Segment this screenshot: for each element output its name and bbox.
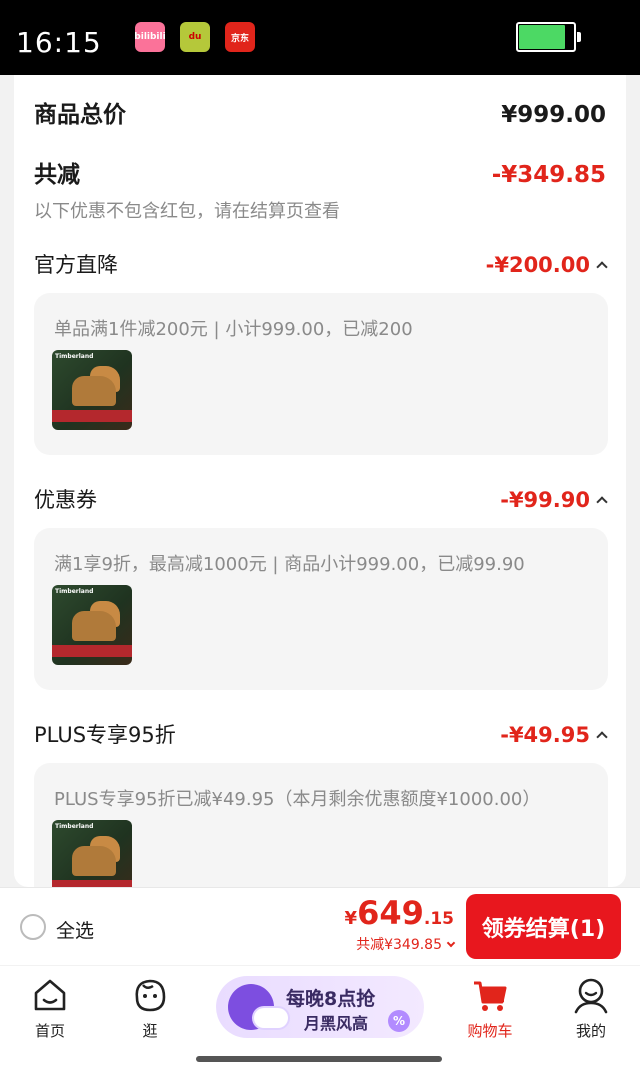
section-value: -¥200.00 xyxy=(486,253,608,277)
checkout-button[interactable]: 领券结算(1) xyxy=(466,894,621,959)
total-reduce-label: 共减 xyxy=(34,162,80,188)
section-value: -¥49.95 xyxy=(500,723,608,747)
home-indicator xyxy=(196,1056,442,1062)
tab-home[interactable]: 首页 xyxy=(10,976,90,1041)
select-all-checkbox[interactable] xyxy=(20,914,46,940)
section-official-discount[interactable]: 官方直降 -¥200.00 xyxy=(34,249,608,279)
cart-icon xyxy=(471,976,509,1014)
promo-banner[interactable]: 每晚8点抢 月黑风高 % xyxy=(216,976,424,1038)
browse-icon xyxy=(131,976,169,1014)
select-all-label[interactable]: 全选 xyxy=(56,916,94,943)
total-reduce-value: -¥349.85 xyxy=(491,162,606,188)
checkout-bar: 全选 ¥649.15 共减¥349.85 领券结算(1) xyxy=(0,887,640,965)
total-price-row: 商品总价 ¥999.00 xyxy=(34,95,606,129)
cloud-icon xyxy=(254,1008,288,1028)
total-price-value: ¥999.00 xyxy=(501,102,606,128)
battery-icon xyxy=(516,22,581,52)
section-label: PLUS专享95折 xyxy=(34,723,176,747)
profile-icon xyxy=(572,976,610,1014)
discount-card-detail: PLUS专享95折已减¥49.95（本月剩余优惠额度¥1000.00） xyxy=(54,789,541,810)
chevron-up-icon xyxy=(596,731,608,743)
bilibili-app-icon: bilibili xyxy=(134,22,166,52)
section-plus-discount[interactable]: PLUS专享95折 -¥49.95 xyxy=(34,719,608,749)
discount-card: 单品满1件减200元 | 小计999.00，已减200 Timberland xyxy=(34,293,608,455)
status-time: 16:15 xyxy=(16,26,102,59)
discount-card-detail: 满1享9折，最高减1000元 | 商品小计999.00，已减99.90 xyxy=(54,554,525,575)
discount-note: 以下优惠不包含红包，请在结算页查看 xyxy=(34,201,340,222)
discount-detail-panel: 商品总价 ¥999.00 共减 -¥349.85 以下优惠不包含红包，请在结算页… xyxy=(14,75,626,887)
chevron-up-icon xyxy=(596,261,608,273)
price-total: ¥649.15 xyxy=(344,894,454,932)
tab-label: 我的 xyxy=(575,1022,606,1040)
promo-title: 每晚8点抢 xyxy=(286,988,376,1010)
product-thumbnail[interactable]: Timberland xyxy=(52,585,132,665)
discount-card: PLUS专享95折已减¥49.95（本月剩余优惠额度¥1000.00） Timb… xyxy=(34,763,608,887)
section-value: -¥99.90 xyxy=(500,488,608,512)
tab-cart[interactable]: 购物车 xyxy=(450,976,530,1041)
checkout-price: ¥649.15 共减¥349.85 xyxy=(344,894,456,954)
product-thumbnail[interactable]: Timberland xyxy=(52,350,132,430)
chevron-up-icon xyxy=(596,496,608,508)
du-app-icon: du xyxy=(180,22,210,52)
section-coupon[interactable]: 优惠券 -¥99.90 xyxy=(34,484,608,514)
discount-card-detail: 单品满1件减200元 | 小计999.00，已减200 xyxy=(54,319,413,340)
tab-label: 首页 xyxy=(34,1022,65,1040)
tab-browse[interactable]: 逛 xyxy=(110,976,190,1041)
section-label: 官方直降 xyxy=(34,253,118,277)
total-reduce-row: 共减 -¥349.85 xyxy=(34,155,606,189)
tab-label: 逛 xyxy=(142,1022,158,1040)
discount-badge-icon: % xyxy=(388,1010,410,1032)
status-bar: 16:15 bilibili du 京东 xyxy=(0,0,640,75)
tab-label: 购物车 xyxy=(467,1022,513,1040)
promo-subtitle: 月黑风高 xyxy=(304,1014,369,1033)
product-thumbnail[interactable]: Timberland xyxy=(52,820,132,887)
price-reduce-toggle[interactable]: 共减¥349.85 xyxy=(345,934,456,954)
discount-card: 满1享9折，最高减1000元 | 商品小计999.00，已减99.90 Timb… xyxy=(34,528,608,690)
total-price-label: 商品总价 xyxy=(34,102,126,128)
jd-app-icon: 京东 xyxy=(225,22,255,52)
battery-level xyxy=(519,25,565,49)
section-label: 优惠券 xyxy=(34,488,97,512)
chevron-down-icon xyxy=(446,938,456,947)
tab-mine[interactable]: 我的 xyxy=(551,976,631,1041)
home-icon xyxy=(31,976,69,1014)
